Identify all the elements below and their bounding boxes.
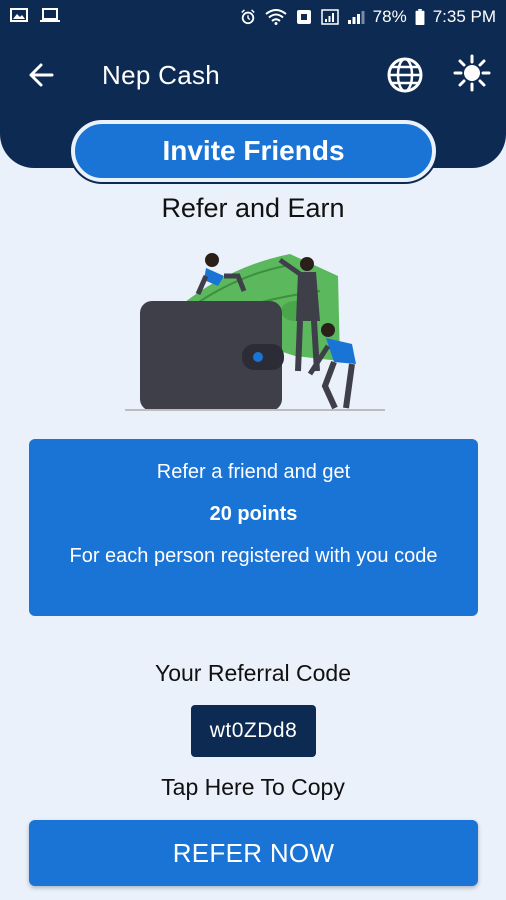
data-saver-icon [296,10,311,24]
back-button[interactable] [24,58,58,92]
theme-toggle-icon [453,54,491,92]
language-button[interactable] [386,56,424,94]
back-arrow-icon [29,63,54,87]
refer-now-button[interactable]: REFER NOW [29,820,478,886]
status-bar: 78% 7:35 PM [0,0,506,34]
battery-percent: 78% [372,7,407,26]
invite-friends-banner: Invite Friends [71,120,436,182]
image-icon [10,8,28,22]
info-subtext: For each person registered with you code [69,545,438,567]
theme-toggle-button[interactable] [453,54,491,92]
info-text: Refer a friend and get [156,461,351,483]
globe-icon [387,57,423,93]
laptop-icon [40,8,60,22]
signal-bars-icon [347,11,365,24]
app-title: Nep Cash [102,60,221,90]
battery-icon [415,9,425,25]
alarm-icon [240,9,255,25]
signal-icon [320,9,339,25]
wifi-icon [265,9,287,25]
status-time: 7:35 PM [432,7,496,26]
referral-info-card: Refer a friend and get 20 points For eac… [29,439,478,616]
copy-code-link[interactable]: Tap Here To Copy [0,774,506,801]
referral-code-label: Your Referral Code [154,660,352,686]
referral-code[interactable]: wt0ZDd8 [191,705,316,757]
points-amount: 20 points [209,503,298,525]
section-title: Refer and Earn [161,193,345,223]
refer-illustration [125,253,385,411]
app-bar: Nep Cash [0,48,506,102]
wallet [140,301,284,411]
